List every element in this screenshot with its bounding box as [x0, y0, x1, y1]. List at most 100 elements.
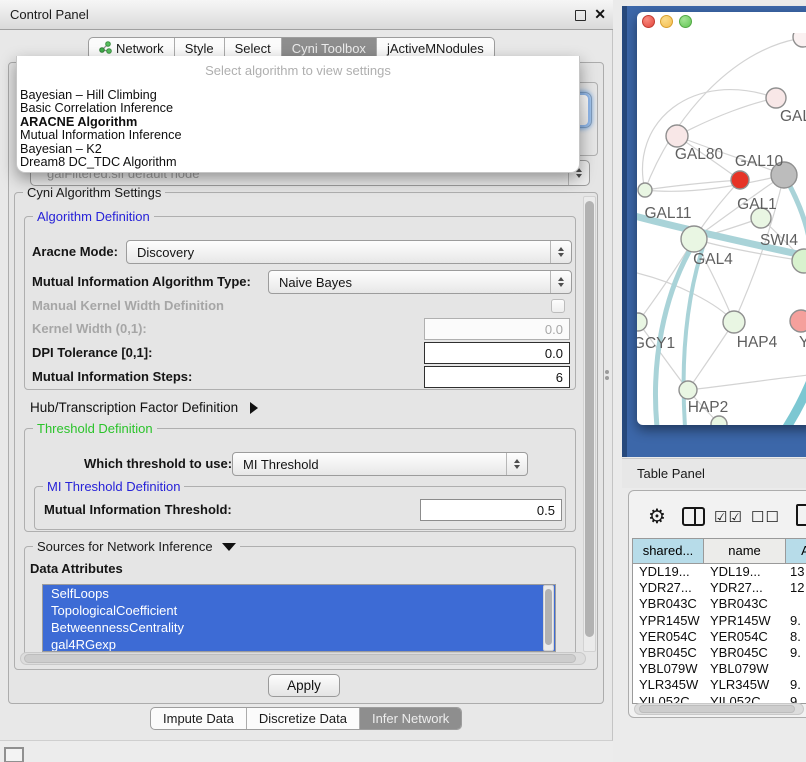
table-row[interactable]: YBR045CYBR045C9.: [633, 645, 806, 661]
column-header-shared[interactable]: shared...: [633, 539, 704, 563]
combo-stepper-icon[interactable]: [506, 453, 527, 475]
mac-zoom-icon[interactable]: [679, 15, 692, 28]
tab-infer-network[interactable]: Infer Network: [359, 708, 461, 729]
table-row[interactable]: YDL19...YDL19...13: [633, 564, 806, 580]
network-node[interactable]: [711, 416, 727, 425]
network-edge[interactable]: [637, 273, 734, 322]
table-cell[interactable]: YPR145W: [704, 613, 786, 629]
apply-button[interactable]: Apply: [268, 674, 340, 697]
network-node[interactable]: [731, 171, 749, 189]
table-cell[interactable]: YBR043C: [633, 596, 704, 612]
combo-stepper-icon[interactable]: [550, 241, 571, 263]
new-table-icon[interactable]: [796, 504, 806, 526]
network-node[interactable]: [790, 310, 806, 332]
column-header-a[interactable]: A: [786, 539, 806, 563]
table-cell[interactable]: 13: [786, 564, 806, 580]
algorithm-option[interactable]: Basic Correlation Inference: [17, 102, 579, 115]
table-cell[interactable]: YLR345W: [704, 677, 786, 693]
gear-icon[interactable]: ⚙: [648, 504, 666, 529]
table-cell[interactable]: YER054C: [633, 629, 704, 645]
algorithm-option[interactable]: ARACNE Algorithm: [17, 116, 579, 129]
algorithm-option[interactable]: Mutual Information Inference: [17, 129, 579, 142]
network-node[interactable]: [723, 311, 745, 333]
aracne-mode-combo[interactable]: Discovery: [126, 240, 572, 264]
mi-threshold-field[interactable]: 0.5: [420, 499, 562, 521]
hub-definition-toggle[interactable]: Hub/Transcription Factor Definition: [30, 400, 258, 415]
table-cell[interactable]: YPR145W: [633, 613, 704, 629]
table-row[interactable]: YLR345WYLR345W9.: [633, 677, 806, 693]
data-attributes-list[interactable]: SelfLoopsTopologicalCoefficientBetweenne…: [42, 584, 556, 652]
network-edge[interactable]: [677, 98, 776, 136]
float-window-icon[interactable]: [575, 10, 586, 21]
table-cell[interactable]: YDR27...: [704, 580, 786, 596]
mac-minimize-icon[interactable]: [660, 15, 673, 28]
network-node[interactable]: [638, 183, 652, 197]
table-cell[interactable]: YBL079W: [633, 661, 704, 677]
table-cell[interactable]: YLR345W: [633, 677, 704, 693]
table-cell[interactable]: [786, 661, 806, 677]
select-all-checkboxes-icon[interactable]: ☑☑: [714, 508, 743, 526]
column-header-name[interactable]: name: [704, 539, 786, 563]
attribute-item[interactable]: TopologicalCoefficient: [43, 602, 555, 619]
table-horizontal-scrollbar[interactable]: [634, 703, 804, 715]
network-edge[interactable]: [688, 322, 734, 390]
combo-stepper-icon[interactable]: [550, 271, 571, 293]
table-cell[interactable]: YDR27...: [633, 580, 704, 596]
network-view-window[interactable]: GALGAL80GAL10GAL1GAL11SWI4GAL4GCY1HAP4YH…: [637, 12, 806, 425]
attribute-item[interactable]: gal4RGexp: [43, 636, 555, 652]
close-icon[interactable]: ✕: [594, 6, 606, 23]
network-node[interactable]: [666, 125, 688, 147]
table-cell[interactable]: YDL19...: [633, 564, 704, 580]
split-columns-icon[interactable]: [682, 507, 705, 526]
panel-splitter-handle[interactable]: [604, 368, 610, 382]
table-cell[interactable]: 12: [786, 580, 806, 596]
which-threshold-label: Which threshold to use:: [84, 452, 232, 476]
attribute-item[interactable]: BetweennessCentrality: [43, 619, 555, 636]
table-cell[interactable]: YBR043C: [704, 596, 786, 612]
network-node[interactable]: [766, 88, 786, 108]
table-cell[interactable]: YDL19...: [704, 564, 786, 580]
table-row[interactable]: YBR043CYBR043C: [633, 596, 806, 612]
table-row[interactable]: YBL079WYBL079W: [633, 661, 806, 677]
manual-kernel-checkbox[interactable]: [551, 299, 565, 313]
table-cell[interactable]: 9.: [786, 613, 806, 629]
table-cell[interactable]: YBR045C: [633, 645, 704, 661]
table-cell[interactable]: 8.: [786, 629, 806, 645]
settings-horizontal-scrollbar[interactable]: [20, 652, 586, 665]
table-cell[interactable]: [786, 596, 806, 612]
network-node[interactable]: [679, 381, 697, 399]
network-canvas[interactable]: GALGAL80GAL10GAL1GAL11SWI4GAL4GCY1HAP4YH…: [637, 33, 806, 425]
network-node[interactable]: [793, 33, 806, 47]
table-row[interactable]: YER054CYER054C8.: [633, 629, 806, 645]
tab-discretize-data[interactable]: Discretize Data: [246, 708, 359, 729]
deselect-all-checkboxes-icon[interactable]: ☐☐: [751, 508, 780, 526]
table-row[interactable]: YPR145WYPR145W9.: [633, 613, 806, 629]
table-cell[interactable]: YBR045C: [704, 645, 786, 661]
mi-type-combo[interactable]: Naive Bayes: [268, 270, 572, 294]
table-row[interactable]: YDR27...YDR27...12: [633, 580, 806, 596]
attribute-item[interactable]: SelfLoops: [43, 585, 555, 602]
tab-impute-data[interactable]: Impute Data: [151, 708, 246, 729]
network-edge[interactable]: [643, 90, 776, 190]
settings-vertical-scrollbar[interactable]: [583, 196, 596, 652]
table-cell[interactable]: YBL079W: [704, 661, 786, 677]
algorithm-option[interactable]: Bayesian – K2: [17, 143, 579, 156]
network-edge[interactable]: [787, 383, 806, 425]
which-threshold-combo[interactable]: MI Threshold: [232, 452, 528, 476]
network-node[interactable]: [681, 226, 707, 252]
dpi-tolerance-field[interactable]: 0.0: [424, 342, 570, 364]
algorithm-option[interactable]: Dream8 DC_TDC Algorithm: [17, 156, 579, 169]
algorithm-option[interactable]: Bayesian – Hill Climbing: [17, 89, 579, 102]
mac-close-icon[interactable]: [642, 15, 655, 28]
kernel-width-field[interactable]: 0.0: [424, 318, 570, 340]
network-tab-icon: [99, 41, 112, 57]
mi-steps-field[interactable]: 6: [424, 366, 570, 388]
attr-list-scrollbar[interactable]: [543, 585, 554, 651]
network-node[interactable]: [637, 313, 647, 331]
table-cell[interactable]: 9.: [786, 645, 806, 661]
sources-group-title[interactable]: Sources for Network Inference: [33, 539, 240, 554]
table-cell[interactable]: YER054C: [704, 629, 786, 645]
network-edge[interactable]: [688, 375, 806, 390]
network-edge[interactable]: [645, 180, 740, 190]
table-cell[interactable]: 9.: [786, 677, 806, 693]
